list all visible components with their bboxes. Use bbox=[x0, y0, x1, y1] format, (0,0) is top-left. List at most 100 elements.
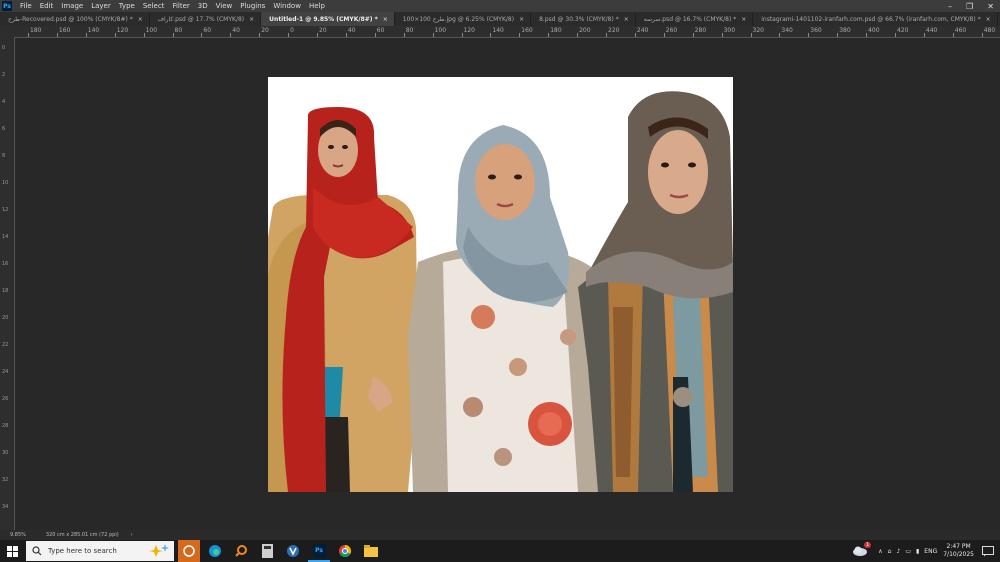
zoom-level[interactable]: 9.85% bbox=[10, 532, 26, 538]
ruler-tick bbox=[808, 33, 810, 37]
menu-image[interactable]: Image bbox=[57, 2, 87, 10]
ruler-label: 320 bbox=[752, 27, 764, 34]
tab-close-icon[interactable]: × bbox=[624, 16, 629, 23]
document-tab[interactable]: 100×100 طرح.jpg @ 6.25% (CMYK/8) × bbox=[395, 12, 532, 26]
ruler-tick bbox=[288, 33, 290, 37]
ruler-tick bbox=[56, 33, 58, 37]
ruler-label: 0 bbox=[290, 27, 294, 34]
menu-select[interactable]: Select bbox=[139, 2, 169, 10]
ruler-label: 20 bbox=[261, 27, 269, 34]
minimize-icon[interactable]: – bbox=[948, 2, 952, 11]
ruler-tick bbox=[490, 33, 492, 37]
close-window-icon[interactable]: ✕ bbox=[987, 2, 994, 11]
tab-close-icon[interactable]: × bbox=[519, 16, 524, 23]
ruler-tick bbox=[663, 33, 665, 37]
language-indicator[interactable]: ENG bbox=[924, 548, 937, 555]
ruler-tick bbox=[837, 33, 839, 37]
menu-view[interactable]: View bbox=[212, 2, 237, 10]
ruler-label: 40 bbox=[232, 27, 240, 34]
ruler-label: 28 bbox=[2, 423, 9, 429]
folder-icon bbox=[364, 545, 378, 557]
ruler-tick bbox=[317, 33, 318, 37]
ruler-label: 260 bbox=[665, 27, 678, 34]
tab-close-icon[interactable]: × bbox=[138, 16, 143, 23]
calculator-icon[interactable] bbox=[256, 540, 278, 562]
search-app-icon[interactable] bbox=[230, 540, 252, 562]
ruler-label: 140 bbox=[492, 27, 504, 34]
ruler-tick bbox=[201, 33, 203, 37]
ruler-label: 100 bbox=[434, 27, 447, 34]
windows-logo-icon bbox=[6, 545, 18, 557]
photoshop-logo-icon[interactable]: Ps bbox=[2, 1, 12, 11]
ruler-label: 100 bbox=[145, 27, 158, 34]
tab-close-icon[interactable]: × bbox=[383, 16, 388, 23]
ruler-tick bbox=[85, 33, 87, 37]
display-icon[interactable]: ▭ bbox=[905, 548, 911, 555]
document-tab[interactable]: 8.psd @ 30.3% (CMYK/8) * × bbox=[531, 12, 636, 26]
ruler-corner[interactable] bbox=[0, 26, 14, 37]
ruler-tick bbox=[923, 33, 925, 37]
document-tab[interactable]: طرح-Recovered.psd @ 100% (CMYK/8#) * × bbox=[0, 12, 150, 26]
ruler-label: 22 bbox=[2, 342, 9, 348]
ruler-label: 280 bbox=[694, 27, 707, 34]
ruler-label: 360 bbox=[810, 27, 822, 34]
network-icon[interactable]: ⌂ bbox=[888, 548, 892, 555]
tab-label: 100×100 طرح.jpg @ 6.25% (CMYK/8) bbox=[402, 15, 515, 23]
status-bar: 9.85% 320 cm x 285.01 cm (72 ppi) › bbox=[0, 530, 1000, 540]
menu-layer[interactable]: Layer bbox=[87, 2, 115, 10]
ruler-label: 14 bbox=[2, 234, 9, 240]
tab-close-icon[interactable]: × bbox=[986, 16, 991, 23]
status-arrow-icon[interactable]: › bbox=[131, 532, 133, 538]
document-tab[interactable]: سرسه.psd @ 16.7% (CMYK/8) * × bbox=[636, 12, 754, 26]
menu-window[interactable]: Window bbox=[269, 2, 305, 10]
document-tab-active[interactable]: Untitled-1 @ 9.85% (CMYK/8#) * × bbox=[261, 12, 395, 26]
ruler-label: 380 bbox=[839, 27, 851, 34]
menu-plugins[interactable]: Plugins bbox=[236, 2, 269, 10]
ruler-label: 12 bbox=[2, 207, 9, 213]
notification-icon[interactable] bbox=[982, 545, 994, 557]
volume-icon[interactable]: ♪ bbox=[896, 548, 900, 555]
edge-icon[interactable] bbox=[204, 540, 226, 562]
app-vector-icon[interactable] bbox=[282, 540, 304, 562]
ruler-tick bbox=[114, 33, 116, 37]
chrome-glyph-icon bbox=[339, 545, 352, 558]
ruler-label: 300 bbox=[723, 27, 736, 34]
ruler-label: 160 bbox=[58, 27, 71, 34]
menu-help[interactable]: Help bbox=[305, 2, 329, 10]
ruler-label: 6 bbox=[2, 126, 6, 132]
tab-label: طرح-Recovered.psd @ 100% (CMYK/8#) * bbox=[8, 15, 133, 23]
document-tab[interactable]: کاراف.psd @ 17.7% (CMYK/8) × bbox=[150, 12, 262, 26]
battery-icon[interactable]: ▮ bbox=[916, 548, 919, 555]
restore-icon[interactable]: ❐ bbox=[966, 2, 973, 11]
ruler-label: 32 bbox=[2, 477, 9, 483]
ruler-label: 400 bbox=[868, 27, 880, 34]
chrome-icon[interactable] bbox=[334, 540, 356, 562]
tab-close-icon[interactable]: × bbox=[741, 16, 746, 23]
menu-edit[interactable]: Edit bbox=[36, 2, 58, 10]
horizontal-ruler[interactable]: 180 160 140 120 100 80 60 40 20 0 20 40 60 80 100 120 14… bbox=[14, 26, 1000, 38]
photoshop-glyph-icon: Ps bbox=[312, 543, 326, 557]
taskbar-search-box[interactable]: Type here to search bbox=[26, 541, 174, 561]
tab-label: instagrami-1401102-iranfarh.com.psd @ 66… bbox=[761, 15, 981, 23]
start-button[interactable] bbox=[0, 540, 24, 562]
app-orange-icon[interactable] bbox=[178, 540, 200, 562]
file-explorer-icon[interactable] bbox=[360, 540, 382, 562]
chevron-up-icon[interactable]: ∧ bbox=[878, 548, 882, 555]
ruler-label: 120 bbox=[116, 27, 129, 34]
ruler-tick bbox=[143, 33, 145, 37]
document-canvas[interactable] bbox=[268, 77, 733, 492]
clock[interactable]: 2:47 PM 7/10/2025 bbox=[943, 543, 974, 559]
menu-filter[interactable]: Filter bbox=[168, 2, 193, 10]
weather-widget[interactable]: 1 bbox=[852, 542, 872, 558]
tab-close-icon[interactable]: × bbox=[249, 16, 254, 23]
photoshop-taskbar-icon[interactable]: Ps bbox=[308, 540, 330, 562]
menu-3d[interactable]: 3D bbox=[194, 2, 212, 10]
ruler-tick bbox=[895, 33, 896, 37]
menu-file[interactable]: File bbox=[16, 2, 36, 10]
document-tab[interactable]: instagrami-1401102-iranfarh.com.psd @ 66… bbox=[753, 12, 998, 26]
vertical-ruler[interactable]: 0 2 4 6 8 10 12 14 16 18 20 22 24 26 28 30 32 34 bbox=[0, 37, 15, 530]
ruler-label: 420 bbox=[897, 27, 909, 34]
ruler-label: 200 bbox=[579, 27, 591, 34]
ruler-label: 16 bbox=[2, 261, 9, 267]
menu-type[interactable]: Type bbox=[115, 2, 139, 10]
